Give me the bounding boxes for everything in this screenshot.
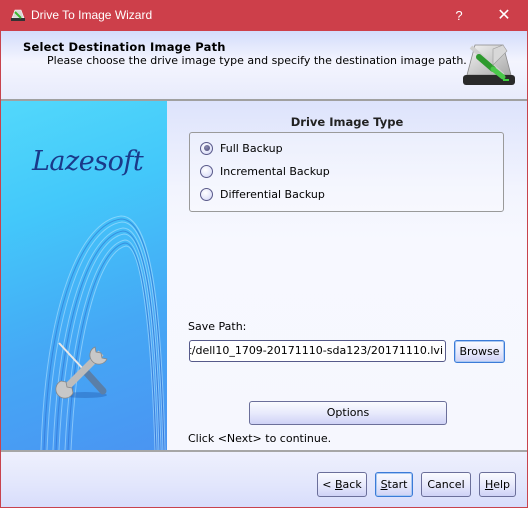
- title-bar: Drive To Image Wizard ? ✕: [0, 0, 528, 31]
- help-rest: elp: [493, 478, 511, 491]
- help-mnemonic: H: [484, 478, 494, 491]
- back-mnemonic: B: [335, 478, 343, 491]
- radio-full-backup[interactable]: Full Backup: [200, 139, 283, 157]
- radio-incremental-backup[interactable]: Incremental Backup: [200, 162, 330, 180]
- help-button[interactable]: Help: [479, 472, 516, 497]
- start-mnemonic: S: [380, 478, 388, 491]
- radio-button-checked[interactable]: [200, 141, 213, 155]
- drive-image-type-group: Full Backup Incremental Backup Different…: [189, 132, 504, 212]
- radio-differential-backup[interactable]: Differential Backup: [200, 185, 325, 203]
- save-path-input[interactable]: soft/dell10_1709-20171110-sda123/2017111…: [189, 340, 446, 362]
- help-title-button[interactable]: ?: [444, 0, 474, 31]
- radio-button[interactable]: [200, 164, 213, 178]
- sidebar-banner: Lazesoft: [1, 101, 167, 450]
- radio-label: Incremental Backup: [220, 164, 330, 178]
- save-path-label: Save Path:: [188, 320, 247, 333]
- lazesoft-logo: Lazesoft: [32, 146, 144, 177]
- browse-button[interactable]: Browse: [454, 340, 505, 363]
- cancel-button[interactable]: Cancel: [421, 472, 471, 497]
- start-button[interactable]: Start: [375, 472, 413, 497]
- save-path-value: soft/dell10_1709-20171110-sda123/2017111…: [189, 344, 443, 357]
- wizard-window: Drive To Image Wizard ? ✕ Select Destina…: [0, 0, 528, 508]
- wizard-footer: < Back Start Cancel Help: [1, 450, 527, 507]
- options-button[interactable]: Options: [249, 401, 447, 425]
- drive-image-type-title: Drive Image Type: [290, 115, 404, 129]
- back-rest: ack: [342, 478, 362, 491]
- continue-hint: Click <Next> to continue.: [188, 432, 332, 445]
- start-rest: tart: [387, 478, 408, 491]
- back-prefix: <: [322, 478, 335, 491]
- radio-button[interactable]: [200, 187, 213, 201]
- app-drive-icon: [11, 9, 25, 21]
- window-title: Drive To Image Wizard: [31, 8, 153, 22]
- page-title: Select Destination Image Path: [23, 40, 226, 54]
- drive-tools-icon: [463, 44, 515, 85]
- tools-icon: [55, 342, 108, 399]
- close-button[interactable]: ✕: [482, 0, 526, 31]
- radio-label: Differential Backup: [220, 187, 325, 201]
- radio-label: Full Backup: [220, 141, 283, 155]
- back-button[interactable]: < Back: [317, 472, 367, 497]
- page-subtitle: Please choose the drive image type and s…: [47, 54, 467, 67]
- content-panel: Drive Image Type Full Backup Incremental…: [167, 101, 527, 450]
- wizard-header: Select Destination Image Path Please cho…: [1, 31, 527, 101]
